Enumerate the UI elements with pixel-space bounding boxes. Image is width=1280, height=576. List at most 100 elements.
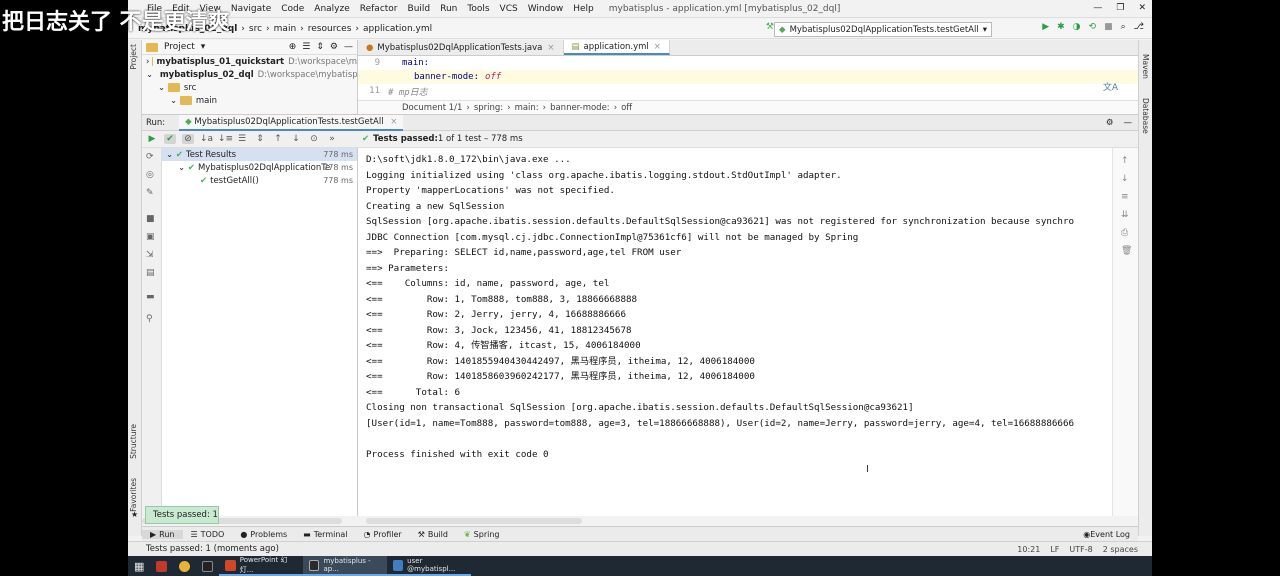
show-ignored-icon[interactable]: ⊘ (182, 134, 194, 144)
indent-setting[interactable]: 2 spaces (1103, 545, 1138, 554)
console-scrollbar[interactable] (366, 518, 582, 524)
test-node-root[interactable]: ⌄ ✔ Test Results 778 ms (162, 148, 357, 161)
gear-icon[interactable]: ⚙ (330, 42, 338, 52)
file-encoding[interactable]: UTF-8 (1069, 545, 1092, 554)
coverage-icon[interactable]: ◑ (1073, 22, 1081, 32)
tab-run[interactable]: ▶ Run (142, 529, 183, 539)
project-view-select[interactable]: Project (164, 42, 195, 52)
test-node-method[interactable]: ✔ testGetAll() 778 ms (162, 174, 357, 187)
rerun-icon[interactable]: ▶ (146, 134, 158, 144)
crumb-resources[interactable]: resources (304, 24, 356, 34)
rerun-icon[interactable]: ⟳ (146, 152, 154, 162)
down-icon[interactable]: ↓ (290, 134, 302, 144)
event-log-button[interactable]: ◉ Event Log (1083, 527, 1130, 542)
search-icon[interactable]: ⌕ (1121, 22, 1126, 32)
arrow-up-icon[interactable]: ↑ (1121, 156, 1129, 166)
expand-all-icon[interactable]: ☰ (236, 134, 248, 144)
tab-profiler[interactable]: ◔ Profiler (356, 530, 410, 539)
tree-item-dql[interactable]: ⌄ mybatisplus_02_dql D:\workspace\mybatis… (142, 68, 357, 81)
caret-position[interactable]: 10:21 (1017, 545, 1040, 554)
show-passed-icon[interactable]: ✔ (164, 134, 176, 144)
menu-analyze[interactable]: Analyze (309, 4, 354, 14)
expand-icon[interactable]: ⇕ (316, 42, 324, 52)
code-line[interactable]: banner-mode: off (358, 70, 1138, 84)
run-tab[interactable]: ◆ Mybatisplus02DqlApplicationTests.testG… (179, 114, 404, 131)
menu-help[interactable]: Help (568, 4, 599, 14)
tab-todo[interactable]: ☰ TODO (183, 530, 233, 539)
sort-duration-icon[interactable]: ↓≡ (218, 134, 233, 144)
run-config-select[interactable]: ◆ Mybatisplus02DqlApplicationTests.testG… (774, 22, 992, 37)
menu-code[interactable]: Code (276, 4, 309, 14)
sort-alpha-icon[interactable]: ↓a (200, 134, 213, 144)
menu-vcs[interactable]: VCS (495, 4, 523, 14)
collapse-all-icon[interactable]: ⇕ (254, 134, 266, 144)
hide-icon[interactable]: — (344, 42, 353, 52)
test-node-class[interactable]: ⌄ ✔ Mybatisplus02DqlApplicationTe 778 ms (162, 161, 357, 174)
menu-window[interactable]: Window (523, 4, 569, 14)
import-icon[interactable]: ⇲ (146, 250, 154, 260)
structure-tool-label[interactable]: Structure (129, 424, 138, 459)
tree-item-main[interactable]: ⌄ main (142, 94, 357, 107)
pin-icon[interactable]: ⚲ (146, 314, 153, 324)
globe-icon[interactable]: ⊕ (289, 42, 297, 52)
console-output[interactable]: D:\soft\jdk1.8.0_172\bin\java.exe ... Log… (358, 148, 1138, 516)
stop-icon[interactable]: ◎ (146, 170, 154, 180)
database-tool-label[interactable]: Database (1141, 98, 1150, 134)
code-line[interactable]: 11 # mp日志 (358, 84, 1138, 98)
task-powerpoint[interactable]: PowerPoint 幻灯... (219, 556, 304, 576)
tree-item-quickstart[interactable]: › mybatisplus_01_quickstart D:\workspace\… (142, 55, 357, 68)
menu-tools[interactable]: Tools (462, 4, 494, 14)
trash-icon[interactable]: 🗑 (1121, 246, 1132, 256)
tab-tests-java[interactable]: ● Mybatisplus02DqlApplicationTests.java … (358, 40, 564, 55)
chrome-icon[interactable] (173, 556, 196, 576)
menu-build[interactable]: Build (403, 4, 436, 14)
up-icon[interactable]: ↑ (272, 134, 284, 144)
start-icon[interactable]: ▦ (128, 556, 150, 576)
app-icon-1[interactable] (150, 556, 173, 576)
favorites-tool-label[interactable]: Favorites (129, 478, 138, 512)
arrow-down-icon[interactable]: ↓ (1121, 174, 1129, 184)
stop-icon[interactable]: ■ (1104, 22, 1113, 32)
crumb-file[interactable]: application.yml (359, 24, 436, 34)
restore-icon[interactable]: ❐ (1116, 3, 1124, 13)
menu-refactor[interactable]: Refactor (355, 4, 403, 14)
close-icon[interactable]: × (654, 42, 661, 52)
hammer-icon[interactable]: ⚒ (766, 22, 774, 32)
run-icon[interactable]: ▶ (1042, 22, 1049, 32)
wrench-icon[interactable]: ✎ (146, 188, 154, 198)
scroll-end-icon[interactable]: ⇊ (1121, 210, 1129, 220)
menu-navigate[interactable]: Navigate (226, 4, 276, 14)
print-icon[interactable]: ⎙ (1121, 228, 1128, 238)
export-icon[interactable]: ▤ (146, 268, 155, 278)
task-ide[interactable]: mybatisplus - ap... (303, 556, 388, 576)
camera-icon[interactable]: ▣ (146, 232, 155, 242)
collapse-icon[interactable]: ☰ (302, 42, 310, 52)
project-tool-label[interactable]: Project (129, 44, 138, 70)
line-separator[interactable]: LF (1050, 545, 1059, 554)
gear-icon[interactable]: ⚙ (1106, 118, 1114, 128)
hide-icon[interactable]: — (1124, 118, 1133, 128)
soft-wrap-icon[interactable]: ≡ (1121, 192, 1129, 202)
tab-build[interactable]: ⚒ Build (410, 530, 456, 539)
close-icon[interactable]: × (547, 43, 554, 53)
profile-icon[interactable]: ⟲ (1089, 22, 1097, 32)
close-icon[interactable]: ✕ (1138, 3, 1146, 13)
close-icon[interactable]: × (390, 117, 397, 127)
pause-icon[interactable]: ■ (146, 214, 155, 224)
ide-icon[interactable] (196, 556, 219, 576)
translate-icon[interactable]: 文A (1103, 80, 1118, 93)
menu-run[interactable]: Run (435, 4, 462, 14)
git-icon[interactable]: ⎇ (1134, 22, 1144, 32)
tab-spring[interactable]: ❦ Spring (456, 530, 508, 539)
minimize-icon[interactable]: — (1093, 3, 1102, 13)
task-database[interactable]: user @mybatispl... (387, 556, 472, 576)
maven-tool-label[interactable]: Maven (1141, 54, 1150, 79)
code-line[interactable]: 9 main: (358, 56, 1138, 70)
crumb-src[interactable]: src (245, 24, 266, 34)
tab-application-yml[interactable]: ▤ application.yml × (563, 40, 670, 55)
chevron-right-icon[interactable]: » (326, 134, 338, 144)
crumb-main[interactable]: main (270, 24, 301, 34)
layout-icon[interactable]: ▬ (146, 292, 155, 302)
tab-terminal[interactable]: ▬ Terminal (295, 530, 355, 539)
tab-problems[interactable]: ● Problems (232, 530, 295, 539)
